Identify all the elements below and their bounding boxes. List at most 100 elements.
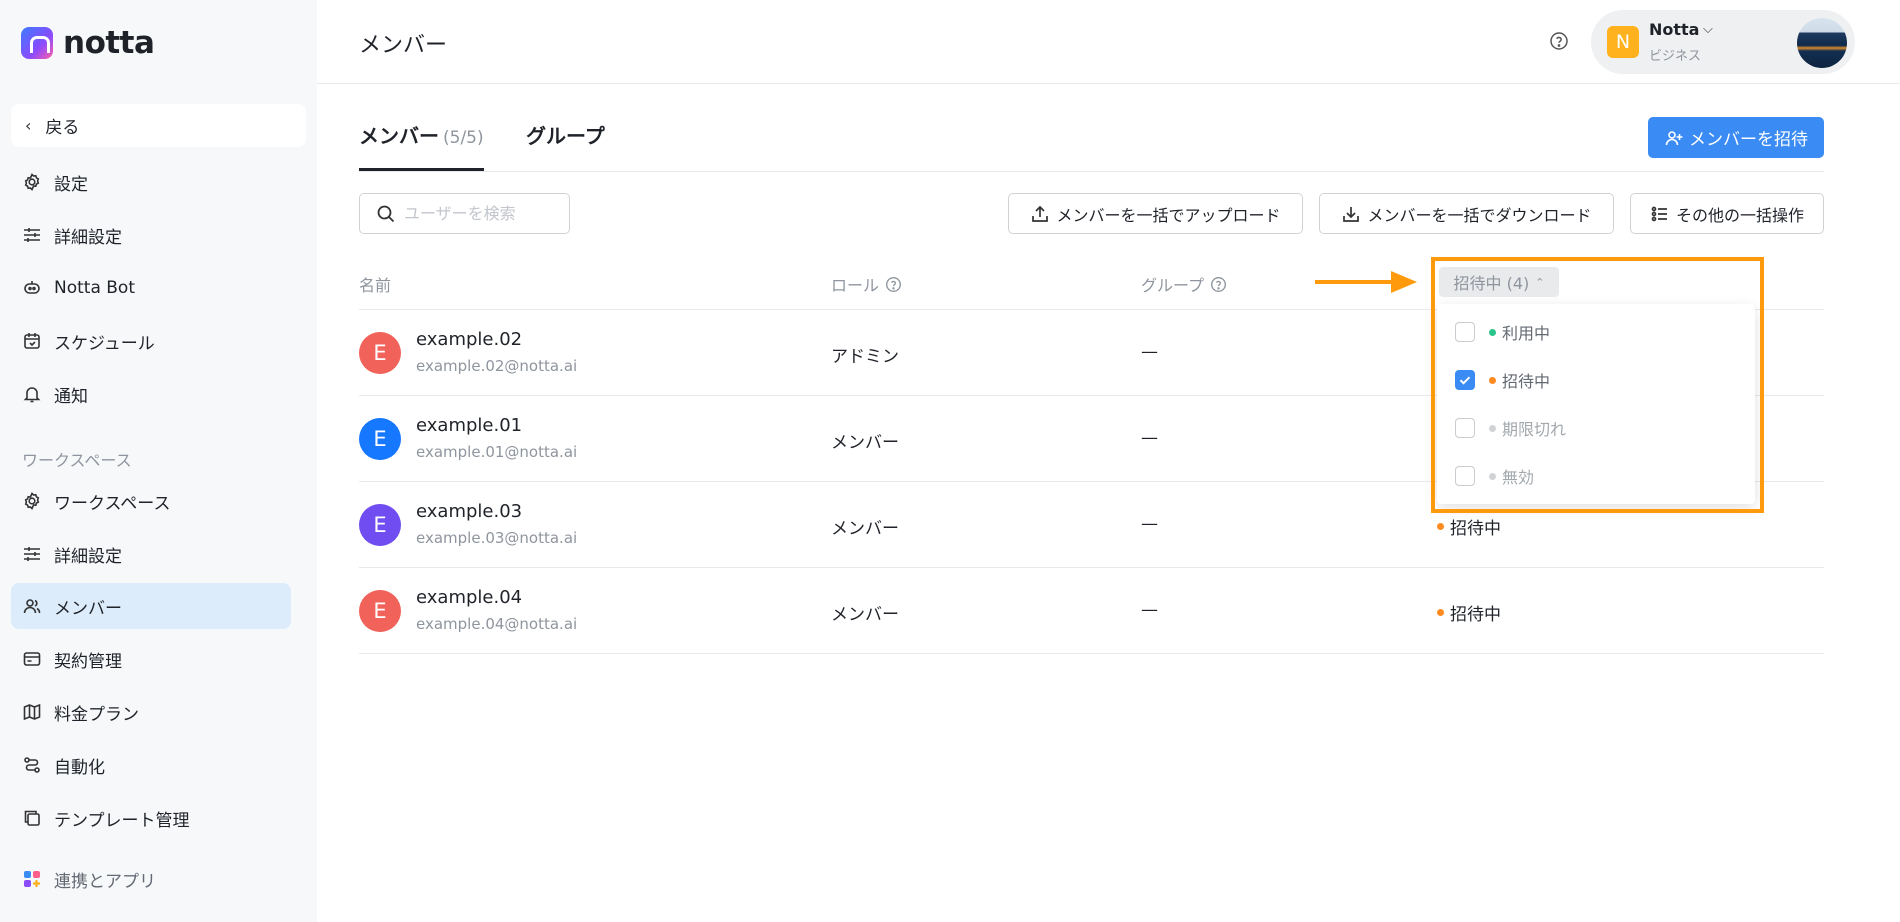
sidebar-item-settings[interactable]: 設定 [11,159,291,205]
avatar: E [359,590,401,632]
sidebar-item-ws-advanced-settings[interactable]: 詳細設定 [11,531,291,577]
member-name: example.03 [416,501,523,522]
member-role[interactable]: メンバー [831,514,899,539]
bulk-upload-button[interactable]: メンバーを一括でアップロード [1008,193,1303,234]
account-switcher[interactable]: N Notta ⌵ ビジネス [1591,10,1855,74]
sidebar-item-label: 詳細設定 [54,227,122,248]
upload-icon [1032,205,1049,222]
sidebar-item-pricing[interactable]: 料金プラン [11,689,291,735]
bulk-download-button[interactable]: メンバーを一括でダウンロード [1319,193,1614,234]
bell-icon [22,384,42,404]
apps-icon [22,869,42,889]
column-header-group: グループ [1141,272,1227,296]
back-label: 戻る [45,118,80,138]
logo-text: notta [63,25,155,61]
sidebar-item-label: 通知 [54,386,88,407]
bot-icon [22,278,42,298]
chevron-down-icon: ⌵ [1703,22,1713,37]
help-icon[interactable] [1210,276,1227,293]
sidebar-item-members[interactable]: メンバー [11,583,291,629]
chevron-left-icon: ‹ [25,116,32,135]
page-title: メンバー [359,33,448,58]
member-email: example.01@notta.ai [416,443,578,461]
sidebar-item-automation[interactable]: 自動化 [11,742,291,788]
bulk-download-label: メンバーを一括でダウンロード [1367,205,1592,225]
status-badge: 招待中 [1437,600,1501,625]
calendar-icon [22,331,42,351]
sidebar-item-label: 自動化 [54,757,105,778]
sidebar-item-label: ワークスペース [54,493,171,514]
active-tab-indicator [359,168,484,171]
member-group: — [1141,514,1158,534]
map-icon [22,702,42,722]
sidebar-item-label: 料金プラン [54,704,139,725]
sidebar-item-label: メンバー [54,598,122,619]
tab-members[interactable]: メンバー (5/5) [359,120,484,149]
tab-label: グループ [526,124,605,148]
sidebar-item-label: 連携とアプリ [54,871,156,892]
column-header-role: ロール [831,272,902,296]
list-icon [1651,206,1667,221]
member-email: example.03@notta.ai [416,529,578,547]
avatar: E [359,504,401,546]
invite-label: メンバーを招待 [1689,130,1808,150]
workspace-section-label: ワークスペース [22,451,132,470]
sidebar-item-label: スケジュール [54,333,155,354]
help-icon[interactable] [885,276,902,293]
tab-groups[interactable]: グループ [526,120,605,149]
sidebar: notta ‹ 戻る 設定 詳細設定 Notta Bot スケジュール 通知 ワ… [0,0,317,922]
tab-count: (5/5) [443,128,484,148]
notta-logo[interactable]: notta [21,25,155,61]
sidebar-item-label: Notta Bot [54,278,135,298]
avatar: E [359,418,401,460]
add-user-icon [1665,130,1683,145]
sliders-icon [22,225,42,245]
sidebar-item-templates[interactable]: テンプレート管理 [11,795,291,841]
member-group: — [1141,428,1158,448]
other-bulk-label: その他の一括操作 [1675,205,1804,225]
tab-label: メンバー [359,124,439,148]
member-role[interactable]: メンバー [831,600,899,625]
help-icon[interactable] [1549,31,1569,51]
status-badge: 招待中 [1437,514,1501,539]
bulk-upload-label: メンバーを一括でアップロード [1056,205,1281,225]
users-icon [22,596,42,616]
member-name: example.02 [416,329,523,350]
annotation-arrow [1315,271,1417,293]
column-header-name: 名前 [359,276,392,295]
search-icon [377,205,395,222]
tab-bar: メンバー (5/5) グループ [359,86,1824,172]
sliders-icon [22,544,42,564]
sidebar-item-contract[interactable]: 契約管理 [11,636,291,682]
sidebar-item-notifications[interactable]: 通知 [11,371,291,417]
card-icon [22,649,42,669]
member-name: example.04 [416,587,523,608]
annotation-highlight-box [1431,257,1764,513]
gear-icon [22,172,42,192]
status-dot [1437,523,1444,530]
download-icon [1343,206,1360,222]
sidebar-item-schedule[interactable]: スケジュール [11,318,291,364]
member-role[interactable]: アドミン [831,342,899,367]
member-role[interactable]: メンバー [831,428,899,453]
header: メンバー N Notta ⌵ ビジネス [317,0,1900,84]
table-row[interactable]: E example.04 example.04@notta.ai メンバー — … [359,568,1824,654]
account-plan: ビジネス [1649,49,1702,64]
sidebar-item-notta-bot[interactable]: Notta Bot [11,265,291,311]
sidebar-item-workspace[interactable]: ワークスペース [11,478,291,524]
member-email: example.04@notta.ai [416,615,578,633]
other-bulk-actions-button[interactable]: その他の一括操作 [1630,193,1824,234]
member-group: — [1141,342,1158,362]
account-name: Notta [1649,20,1700,39]
back-button[interactable]: ‹ 戻る [11,104,306,147]
sidebar-item-integrations[interactable]: 連携とアプリ [11,856,291,902]
member-email: example.02@notta.ai [416,357,578,375]
member-group: — [1141,600,1158,620]
status-dot [1437,609,1444,616]
search-input[interactable] [404,204,554,223]
sidebar-item-label: 詳細設定 [54,546,122,567]
invite-member-button[interactable]: メンバーを招待 [1648,117,1824,158]
user-avatar[interactable] [1797,18,1847,68]
sidebar-item-label: 契約管理 [54,651,122,672]
sidebar-item-advanced-settings[interactable]: 詳細設定 [11,212,291,258]
